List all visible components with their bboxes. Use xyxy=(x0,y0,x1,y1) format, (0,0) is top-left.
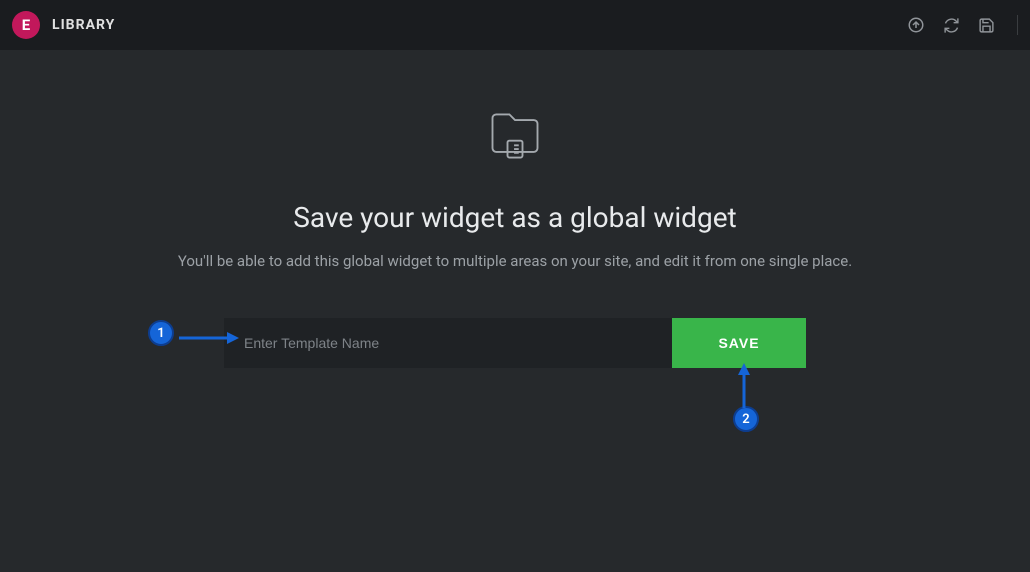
sync-icon[interactable] xyxy=(943,17,960,34)
elementor-logo: E xyxy=(12,11,40,39)
template-name-input[interactable] xyxy=(224,318,672,368)
import-icon[interactable] xyxy=(907,16,925,34)
logo-letter: E xyxy=(22,16,30,34)
input-row: SAVE xyxy=(224,318,806,368)
annotation-arrow-2 xyxy=(735,363,753,412)
folder-template-icon xyxy=(485,105,545,169)
save-disk-icon[interactable] xyxy=(978,17,995,34)
main-content: Save your widget as a global widget You'… xyxy=(0,50,1030,368)
page-title: Save your widget as a global widget xyxy=(293,201,736,234)
header-divider xyxy=(1017,15,1018,35)
header-right xyxy=(907,15,1018,35)
header-title: LIBRARY xyxy=(52,17,115,33)
header-bar: E LIBRARY xyxy=(0,0,1030,50)
page-subtitle: You'll be able to add this global widget… xyxy=(178,252,852,270)
header-left: E LIBRARY xyxy=(12,11,115,39)
save-button[interactable]: SAVE xyxy=(672,318,806,368)
annotation-arrow-1 xyxy=(179,329,239,351)
